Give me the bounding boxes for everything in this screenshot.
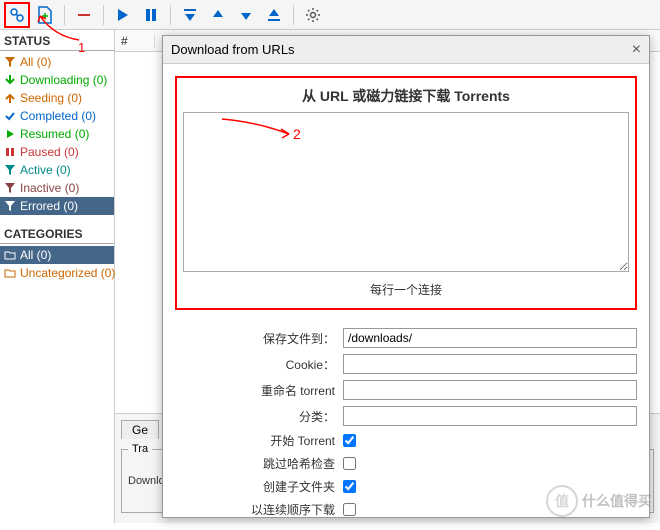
sidebar-item[interactable]: Completed (0)	[0, 107, 114, 125]
annotation-label-1: 1	[78, 40, 85, 55]
sidebar-item[interactable]: Downloading (0)	[0, 71, 114, 89]
download-dialog: Download from URLs × 从 URL 或磁力链接下载 Torre…	[162, 35, 650, 518]
skip-hash-checkbox[interactable]	[343, 457, 356, 470]
pause-button[interactable]	[138, 2, 164, 28]
sidebar-item-label: Seeding (0)	[20, 91, 82, 105]
skip-hash-label: 跳过哈希检查	[175, 455, 343, 472]
dialog-titlebar: Download from URLs ×	[163, 36, 649, 64]
toolbar	[0, 0, 660, 30]
annotation-label-2: 2	[293, 126, 301, 142]
sidebar-item-label: Active (0)	[20, 163, 71, 177]
annotation-arrow-2	[217, 114, 297, 144]
watermark: 值 什么值得买	[546, 485, 652, 517]
categories-header: CATEGORIES	[0, 225, 114, 244]
category-item[interactable]: Uncategorized (0)	[0, 264, 114, 282]
sidebar: STATUS All (0)Downloading (0)Seeding (0)…	[0, 30, 115, 523]
sequential-checkbox[interactable]	[343, 503, 356, 516]
sidebar-item-label: Errored (0)	[20, 199, 78, 213]
subfolder-label: 创建子文件夹	[175, 478, 343, 495]
sidebar-item[interactable]: Inactive (0)	[0, 179, 114, 197]
cookie-label: Cookie：	[175, 356, 343, 373]
category-input[interactable]	[343, 406, 637, 426]
watermark-icon: 值	[546, 485, 578, 517]
sidebar-item[interactable]: Active (0)	[0, 161, 114, 179]
sidebar-item[interactable]: Paused (0)	[0, 143, 114, 161]
watermark-text: 什么值得买	[582, 491, 652, 511]
up-priority-button[interactable]	[205, 2, 231, 28]
close-icon[interactable]: ×	[632, 41, 641, 59]
resume-button[interactable]	[110, 2, 136, 28]
top-priority-button[interactable]	[177, 2, 203, 28]
add-url-button[interactable]	[4, 2, 30, 28]
col-num[interactable]: #	[115, 34, 155, 48]
annotation-arrow-1	[34, 8, 84, 48]
cookie-input[interactable]	[343, 354, 637, 374]
filter-icon	[4, 200, 16, 212]
sidebar-item-label: Downloading (0)	[20, 73, 107, 87]
start-label: 开始 Torrent	[175, 432, 343, 449]
folder-icon	[4, 249, 16, 261]
sidebar-item-label: Resumed (0)	[20, 127, 89, 141]
sidebar-item[interactable]: Resumed (0)	[0, 125, 114, 143]
save-to-input[interactable]	[343, 328, 637, 348]
sidebar-item[interactable]: Seeding (0)	[0, 89, 114, 107]
bottom-priority-button[interactable]	[261, 2, 287, 28]
folder-icon	[4, 267, 16, 279]
check-icon	[4, 110, 16, 122]
filter-icon	[4, 182, 16, 194]
sidebar-item-label: Paused (0)	[20, 145, 79, 159]
pause-icon	[4, 146, 16, 158]
down-icon	[4, 74, 16, 86]
subfolder-checkbox[interactable]	[343, 480, 356, 493]
sequential-label: 以连续顺序下载	[175, 501, 343, 518]
filter-icon	[4, 56, 16, 68]
sidebar-item[interactable]: Errored (0)	[0, 197, 114, 215]
url-section-title: 从 URL 或磁力链接下载 Torrents	[183, 86, 629, 106]
category-label: 分类：	[175, 408, 343, 425]
up-icon	[4, 92, 16, 104]
rename-input[interactable]	[343, 380, 637, 400]
sidebar-item[interactable]: All (0)	[0, 53, 114, 71]
category-label: All (0)	[20, 248, 51, 262]
category-item[interactable]: All (0)	[0, 246, 114, 264]
category-label: Uncategorized (0)	[20, 266, 115, 280]
sidebar-item-label: Completed (0)	[20, 109, 96, 123]
start-checkbox[interactable]	[343, 434, 356, 447]
general-tab[interactable]: Ge	[121, 420, 159, 439]
rename-label: 重命名 torrent	[175, 382, 343, 399]
save-to-label: 保存文件到：	[175, 330, 343, 347]
url-section: 从 URL 或磁力链接下载 Torrents 每行一个连接 2	[175, 76, 637, 310]
filter-icon	[4, 164, 16, 176]
sidebar-item-label: All (0)	[20, 55, 51, 69]
url-hint: 每行一个连接	[183, 281, 629, 298]
sidebar-item-label: Inactive (0)	[20, 181, 79, 195]
down-priority-button[interactable]	[233, 2, 259, 28]
dialog-title: Download from URLs	[171, 42, 295, 57]
transfer-legend: Tra	[128, 443, 152, 455]
play-icon	[4, 128, 16, 140]
settings-button[interactable]	[300, 2, 326, 28]
